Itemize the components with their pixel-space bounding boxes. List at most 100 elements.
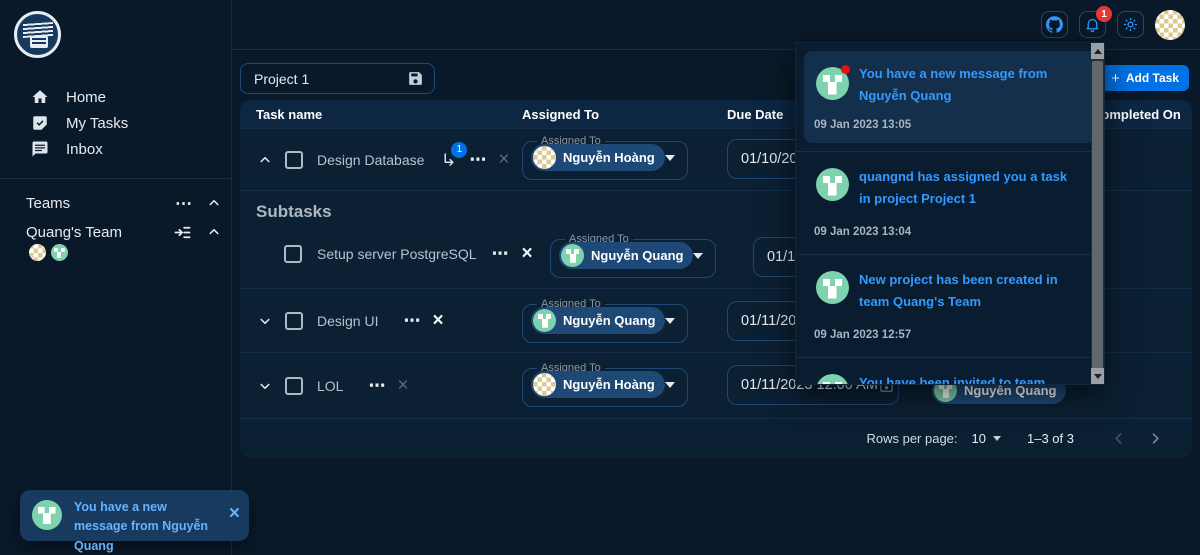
- avatar-nguyen-quang: [561, 244, 584, 267]
- theme-toggle-button[interactable]: [1117, 11, 1144, 38]
- subtask-name-cell: Setup server PostgreSQL ⋯ ×: [284, 231, 533, 276]
- chevron-up-icon: [209, 228, 219, 235]
- team-collapse-button[interactable]: [197, 223, 231, 241]
- team-row[interactable]: Quang's Team: [0, 221, 231, 243]
- assignee-chip: Nguyễn Hoàng: [531, 371, 665, 398]
- subtask-more-button[interactable]: ⋯: [492, 245, 510, 262]
- assigned-to-select[interactable]: Assigned To Nguyễn Hoàng: [522, 362, 688, 407]
- chevron-left-icon: [1115, 433, 1122, 444]
- task-checkbox[interactable]: [285, 311, 303, 330]
- chevron-up-icon: [209, 199, 219, 206]
- pagination-range: 1–3 of 3: [1027, 431, 1074, 446]
- add-task-label: Add Task: [1125, 71, 1179, 85]
- subtask-delete-button[interactable]: ×: [522, 244, 533, 263]
- avatar-nguyen-quang: [816, 374, 849, 384]
- assigned-to-select[interactable]: Assigned To Nguyễn Quang: [522, 298, 689, 343]
- avatar-nguyen-quang: [32, 500, 62, 530]
- avatar-nguyen-quang: [816, 271, 849, 304]
- collapse-row-button[interactable]: [256, 151, 274, 169]
- more-icon: ⋯: [175, 193, 193, 213]
- sidebar-item-inbox[interactable]: Inbox: [0, 136, 231, 162]
- assignee-name: Nguyễn Hoàng: [563, 377, 655, 392]
- project-select[interactable]: Project 1: [240, 63, 435, 94]
- task-name: LOL: [317, 377, 344, 394]
- sidebar-divider: [0, 178, 231, 179]
- chevron-down-icon: [664, 381, 675, 388]
- assignee-name: Nguyễn Hoàng: [563, 150, 655, 165]
- github-button[interactable]: [1041, 11, 1068, 38]
- task-more-button[interactable]: ⋯: [469, 151, 487, 168]
- avatar-nguyen-quang[interactable]: [51, 244, 68, 261]
- move-to-list-icon: [174, 226, 190, 238]
- subtask-assigned-to-select[interactable]: Assigned To Nguyễn Quang: [550, 233, 717, 278]
- scroll-up-button[interactable]: [1091, 43, 1104, 59]
- avatar-nguyen-quang: [533, 309, 556, 332]
- toast-message: You have a new message from Nguyễn Quang: [74, 500, 209, 553]
- avatar-nguyen-hoang: [533, 373, 556, 396]
- expand-row-button[interactable]: [256, 312, 274, 330]
- plus-icon: +: [1111, 69, 1120, 87]
- assigned-to-select[interactable]: Assigned To Nguyễn Hoàng: [522, 135, 688, 180]
- rows-per-page-select[interactable]: 10: [972, 431, 1001, 446]
- task-name: Design Database: [317, 151, 425, 168]
- unread-dot: [841, 65, 850, 74]
- home-icon: [32, 90, 48, 103]
- task-checkbox[interactable]: [285, 150, 303, 169]
- chevron-right-icon: [1152, 433, 1159, 444]
- user-avatar[interactable]: [1155, 9, 1185, 40]
- task-more-button[interactable]: ⋯: [368, 377, 386, 394]
- column-header-task-name: Task name: [256, 106, 323, 122]
- add-task-button[interactable]: + Add Task: [1101, 65, 1189, 91]
- notifications-button[interactable]: 1: [1079, 6, 1112, 38]
- chevron-down-icon: [693, 252, 704, 259]
- scroll-down-button[interactable]: [1091, 368, 1104, 384]
- project-select-value: Project 1: [254, 70, 310, 87]
- teams-collapse-button[interactable]: [197, 194, 231, 212]
- avatar-nguyen-hoang: [533, 146, 556, 169]
- task-delete-button[interactable]: ×: [432, 311, 443, 330]
- notification-badge: 1: [1096, 6, 1112, 22]
- save-project-button[interactable]: [407, 70, 424, 87]
- subtask-count-button[interactable]: 1: [440, 141, 468, 169]
- team-open-board-button[interactable]: [167, 223, 197, 242]
- avatar-nguyen-hoang[interactable]: [29, 244, 46, 261]
- teams-more-button[interactable]: ⋯: [171, 195, 197, 212]
- subtask-checkbox[interactable]: [284, 244, 302, 263]
- task-delete-button[interactable]: ×: [498, 150, 509, 169]
- sidebar-item-label: Inbox: [66, 140, 103, 158]
- table-pagination: Rows per page: 10 1–3 of 3: [240, 418, 1192, 458]
- assignee-chip: Nguyễn Quang: [559, 242, 694, 269]
- task-more-button[interactable]: ⋯: [403, 312, 421, 329]
- column-header-due-date: Due Date: [727, 106, 784, 122]
- rows-per-page-value: 10: [971, 431, 986, 446]
- task-delete-button[interactable]: ×: [397, 376, 408, 395]
- task-checkbox[interactable]: [285, 376, 303, 395]
- notification-item[interactable]: quangnd has assigned you a task in proje…: [796, 151, 1104, 254]
- chevron-down-icon: [260, 383, 270, 389]
- sidebar-item-home[interactable]: Home: [0, 84, 231, 110]
- sidebar-item-my-tasks[interactable]: My Tasks: [0, 110, 231, 136]
- notification-title: New project has been created in team Qua…: [859, 272, 1058, 310]
- next-page-button[interactable]: [1137, 429, 1174, 448]
- save-icon: [409, 72, 422, 85]
- scrollbar-thumb[interactable]: [1092, 61, 1103, 369]
- subtask-name: Setup server PostgreSQL: [317, 245, 477, 262]
- chevron-down-icon: [665, 317, 676, 324]
- expand-row-button[interactable]: [256, 377, 274, 395]
- column-header-completed-on: Completed On: [1092, 106, 1181, 122]
- inbox-icon: [32, 141, 48, 157]
- notification-item[interactable]: You have been invited to team Quang's: [796, 357, 1104, 384]
- previous-page-button[interactable]: [1100, 429, 1137, 448]
- chevron-down-icon: [664, 154, 675, 161]
- notification-time: 09 Jan 2023 13:05: [814, 119, 912, 131]
- notification-item[interactable]: You have a new message from Nguyễn Quang…: [804, 51, 1096, 143]
- assignee-chip: Nguyễn Quang: [531, 307, 666, 334]
- assignee-name: Nguyễn Quang: [591, 248, 684, 263]
- notifications-dropdown: You have a new message from Nguyễn Quang…: [795, 42, 1105, 385]
- sidebar-item-label: My Tasks: [66, 114, 129, 132]
- chevron-down-icon: [260, 318, 270, 324]
- sidebar: Home My Tasks Inbox Teams ⋯ Quang's Team: [0, 0, 232, 555]
- app-logo[interactable]: [14, 11, 61, 58]
- toast-close-button[interactable]: ×: [229, 504, 240, 523]
- notification-item[interactable]: New project has been created in team Qua…: [796, 254, 1104, 357]
